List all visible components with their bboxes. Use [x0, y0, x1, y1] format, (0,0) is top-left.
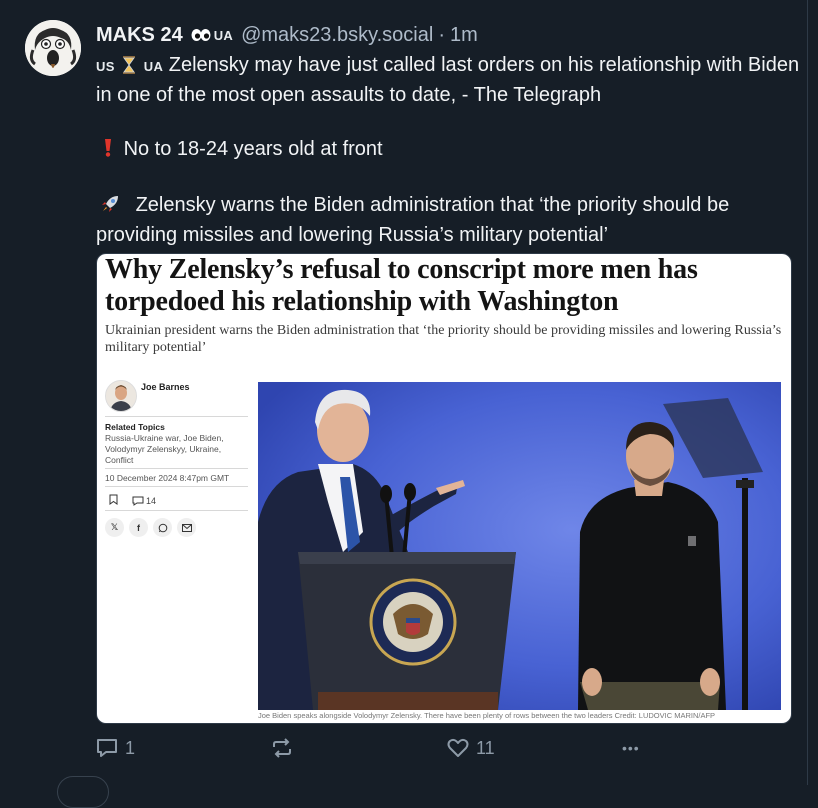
sidebar-divider	[105, 416, 248, 417]
photo-caption: Joe Biden speaks alongside Volodymyr Zel…	[258, 711, 716, 720]
sidebar-divider	[105, 510, 248, 511]
next-post-avatar-edge	[57, 776, 109, 808]
bookmark-icon[interactable]	[109, 494, 118, 507]
post-paragraph-1: US UA Zelensky may have just called last…	[96, 52, 801, 109]
scrollbar[interactable]	[808, 0, 818, 785]
article-headline: Why Zelensky’s refusal to conscript more…	[105, 254, 698, 317]
related-topics[interactable]: Russia-Ukraine war, Joe Biden, Volodymyr…	[105, 433, 245, 466]
comment-count: 14	[146, 495, 157, 506]
repost-icon	[273, 738, 291, 758]
like-icon	[447, 738, 469, 757]
reply-count: 1	[125, 737, 136, 758]
article-author[interactable]: Joe Barnes	[141, 382, 190, 392]
rocket-icon	[100, 194, 120, 222]
article-card[interactable]: Why Zelensky’s refusal to conscript more…	[96, 253, 792, 724]
whatsapp-share-icon[interactable]	[153, 518, 172, 537]
paragraph-3-text: Zelensky warns the Biden administration …	[96, 194, 730, 246]
reply-button[interactable]: 1	[96, 736, 135, 760]
article-photo[interactable]	[258, 382, 781, 710]
post-header: MAKS 24 UA @maks23.bsky.social · 1m	[96, 22, 478, 48]
like-button[interactable]: 11	[447, 736, 495, 760]
comment-button[interactable]: 14	[132, 496, 156, 506]
author-handle[interactable]: @maks23.bsky.social	[241, 24, 433, 47]
article-date: 10 December 2024 8:47pm GMT	[105, 473, 230, 483]
author-avatar[interactable]	[25, 20, 81, 76]
article-mini-actions: 14	[109, 494, 156, 507]
flag-us: US	[96, 59, 115, 74]
like-count: 11	[476, 737, 495, 758]
article-standfirst: Ukrainian president warns the Biden admi…	[105, 323, 782, 355]
exclamation-icon	[104, 138, 112, 165]
avatar-image	[25, 20, 81, 76]
header-separator: ·	[438, 23, 445, 46]
author-name[interactable]: MAKS 24	[96, 24, 183, 47]
x-share-icon[interactable]: 𝕏	[105, 518, 124, 537]
more-button[interactable]: •••	[622, 736, 640, 760]
hourglass-icon	[122, 55, 136, 82]
post-actions: 1 11 •••	[96, 736, 656, 760]
email-share-icon[interactable]	[177, 518, 196, 537]
reply-icon	[97, 739, 117, 757]
related-topics-heading: Related Topics	[105, 422, 165, 432]
post-paragraph-2: No to 18-24 years old at front	[96, 136, 801, 165]
flag-tag: UA	[213, 27, 234, 43]
share-buttons: 𝕏 f	[105, 518, 196, 537]
paragraph-1-text: Zelensky may have just called last order…	[96, 54, 800, 106]
facebook-share-icon[interactable]: f	[129, 518, 148, 537]
post-container[interactable]: MAKS 24 UA @maks23.bsky.social · 1m US U…	[0, 0, 808, 808]
author-photo	[105, 380, 137, 412]
comment-icon	[132, 496, 144, 506]
flag-ua: UA	[143, 59, 164, 74]
repost-button[interactable]	[271, 736, 300, 760]
photo-image	[258, 382, 781, 710]
sidebar-divider	[105, 468, 248, 469]
paragraph-2-text: No to 18-24 years old at front	[123, 138, 383, 160]
avatar-eyes-icon	[191, 28, 211, 42]
post-paragraph-3: Zelensky warns the Biden administration …	[96, 192, 801, 249]
more-icon: •••	[622, 740, 640, 756]
post-time[interactable]: 1m	[450, 24, 478, 47]
sidebar-divider	[105, 486, 248, 487]
post-text: US UA Zelensky may have just called last…	[96, 52, 801, 249]
